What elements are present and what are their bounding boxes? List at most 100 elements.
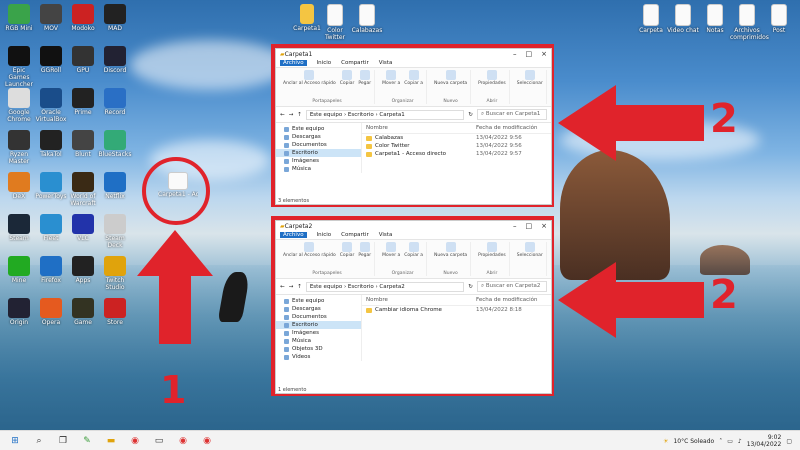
desktop-icon[interactable]: Twitch Studio [98, 256, 132, 291]
nav-item[interactable]: Música [276, 337, 361, 345]
desktop-icon[interactable]: Fleet [34, 214, 68, 242]
address-path[interactable]: Este equipo › Escritorio › Carpeta1 [305, 109, 465, 120]
forward-icon[interactable]: → [289, 284, 294, 290]
menu-item[interactable]: Archivo [280, 232, 307, 238]
ribbon-button[interactable]: Seleccionar [517, 242, 543, 258]
explorer-window-carpeta1[interactable]: ▰ Carpeta1– □ × Archivo Inicio Compartir Vista… [275, 48, 552, 205]
network-icon[interactable]: ▭ [727, 438, 733, 445]
desktop-icon[interactable]: RGB Mini [2, 4, 36, 32]
desktop-icon[interactable]: Origin [2, 298, 36, 326]
weather-icon[interactable]: ☀ [663, 438, 668, 445]
nav-item[interactable]: Descargas [276, 305, 361, 313]
desktop-icon[interactable]: VLC [66, 214, 100, 242]
menu-item[interactable]: Compartir [341, 232, 369, 238]
menu-item[interactable]: Inicio [317, 232, 332, 238]
ribbon-button[interactable]: Propiedades [478, 70, 506, 86]
chrome-icon[interactable]: ◉ [198, 434, 216, 448]
close-icon[interactable]: × [541, 50, 547, 58]
ribbon-button[interactable]: Copiar [340, 242, 354, 258]
nav-item[interactable]: Imágenes [276, 157, 361, 165]
back-icon[interactable]: ← [280, 112, 285, 118]
desktop-icon[interactable]: Opera [34, 298, 68, 326]
desktop-icon[interactable]: TakaTol [34, 130, 68, 158]
ribbon-button[interactable]: Copiar a [404, 242, 423, 258]
clock[interactable]: 9:02 13/04/2022 [747, 434, 782, 448]
close-icon[interactable]: × [541, 222, 547, 230]
weather-text[interactable]: 10°C Soleado [673, 438, 714, 445]
search-icon[interactable]: ⌕ [30, 434, 48, 448]
desktop-icon[interactable]: GGRoll [34, 46, 68, 74]
nav-item[interactable]: Escritorio [276, 149, 361, 157]
search-input[interactable]: ⌕ Buscar en Carpeta1 [477, 109, 547, 120]
notifications-icon[interactable]: ▢ [786, 438, 792, 445]
menu-item[interactable]: Vista [379, 232, 393, 238]
nav-item[interactable]: Objetos 3D [276, 345, 361, 353]
task-view-icon[interactable]: ❐ [54, 434, 72, 448]
column-header-date[interactable]: Fecha de modificación [476, 297, 546, 303]
desktop-icon[interactable]: Epic Games Launcher [2, 46, 36, 88]
app-icon[interactable]: ✎ [78, 434, 96, 448]
desktop-icon[interactable]: PowerToys [34, 172, 68, 200]
minimize-icon[interactable]: – [513, 222, 517, 230]
desktop-icon[interactable]: Ryzen Master [2, 130, 36, 165]
refresh-icon[interactable]: ↻ [468, 112, 473, 118]
desktop-icon[interactable]: Discord [98, 46, 132, 74]
desktop-icon[interactable]: MAD [98, 4, 132, 32]
ribbon-button[interactable]: Seleccionar [517, 70, 543, 86]
start-button-icon[interactable]: ⊞ [6, 434, 24, 448]
nav-item[interactable]: Imágenes [276, 329, 361, 337]
file-explorer-icon[interactable]: ▬ [102, 434, 120, 448]
ribbon-button[interactable]: Pegar [358, 242, 371, 258]
file-row[interactable]: Color Twitter 13/04/2022 9:56 [362, 142, 551, 150]
desktop-icon[interactable]: Notas [698, 4, 732, 34]
desktop-icon[interactable]: Archivos comprimidos [730, 4, 769, 41]
maximize-icon[interactable]: □ [526, 50, 533, 58]
column-header-date[interactable]: Fecha de modificación [476, 125, 546, 131]
desktop-icon[interactable]: Modoko [66, 4, 100, 32]
file-row[interactable]: Cambiar idioma Chrome 13/04/2022 8:18 [362, 306, 551, 314]
ribbon-button[interactable]: Anclar al Acceso rápido [283, 70, 336, 86]
minimize-icon[interactable]: – [513, 50, 517, 58]
explorer-window-carpeta2[interactable]: ▰ Carpeta2– □ × Archivo Inicio Compartir Vista… [275, 220, 552, 394]
nav-item[interactable]: Escritorio [276, 321, 361, 329]
column-header-name[interactable]: Nombre [366, 297, 476, 303]
back-icon[interactable]: ← [280, 284, 285, 290]
desktop-icon[interactable]: Color Twitter [318, 4, 352, 41]
chrome-icon[interactable]: ◉ [126, 434, 144, 448]
desktop-icon[interactable]: Steam [2, 214, 36, 242]
tray-arrow-icon[interactable]: ˄ [719, 438, 722, 445]
ribbon-button[interactable]: Nueva carpeta [434, 70, 467, 86]
desktop-icon[interactable]: Record [98, 88, 132, 116]
app-icon[interactable]: ▭ [150, 434, 168, 448]
ribbon-button[interactable]: Copiar a [404, 70, 423, 86]
ribbon-button[interactable]: Mover a [382, 242, 400, 258]
ribbon-button[interactable]: Pegar [358, 70, 371, 86]
desktop-icon[interactable]: Calabazas [350, 4, 384, 34]
file-row[interactable]: Calabazas 13/04/2022 9:56 [362, 134, 551, 142]
desktop-icon[interactable]: Netflix [98, 172, 132, 200]
nav-item[interactable]: Este equipo [276, 297, 361, 305]
nav-item[interactable]: Documentos [276, 313, 361, 321]
column-header-name[interactable]: Nombre [366, 125, 476, 131]
menu-item[interactable]: Compartir [341, 60, 369, 66]
search-input[interactable]: ⌕ Buscar en Carpeta2 [477, 281, 547, 292]
desktop-icon[interactable]: Video chat [666, 4, 700, 34]
maximize-icon[interactable]: □ [526, 222, 533, 230]
desktop-icon[interactable]: Game [66, 298, 100, 326]
volume-icon[interactable]: ♪ [738, 438, 742, 445]
menu-item[interactable]: Vista [379, 60, 393, 66]
nav-item[interactable]: Música [276, 165, 361, 173]
desktop-icon[interactable]: Blunt [66, 130, 100, 158]
refresh-icon[interactable]: ↻ [468, 284, 473, 290]
address-path[interactable]: Este equipo › Escritorio › Carpeta2 [305, 281, 465, 292]
nav-item[interactable]: Documentos [276, 141, 361, 149]
desktop-icon[interactable]: Steam Deck [98, 214, 132, 249]
desktop-icon[interactable]: Prime [66, 88, 100, 116]
ribbon-button[interactable]: Copiar [340, 70, 354, 86]
desktop-icon[interactable]: Apps [66, 256, 100, 284]
nav-item[interactable]: Vídeos [276, 353, 361, 361]
forward-icon[interactable]: → [289, 112, 294, 118]
desktop-icon[interactable]: Post [762, 4, 796, 34]
desktop-icon[interactable]: Google Chrome [2, 88, 36, 123]
up-icon[interactable]: ↑ [297, 112, 302, 118]
